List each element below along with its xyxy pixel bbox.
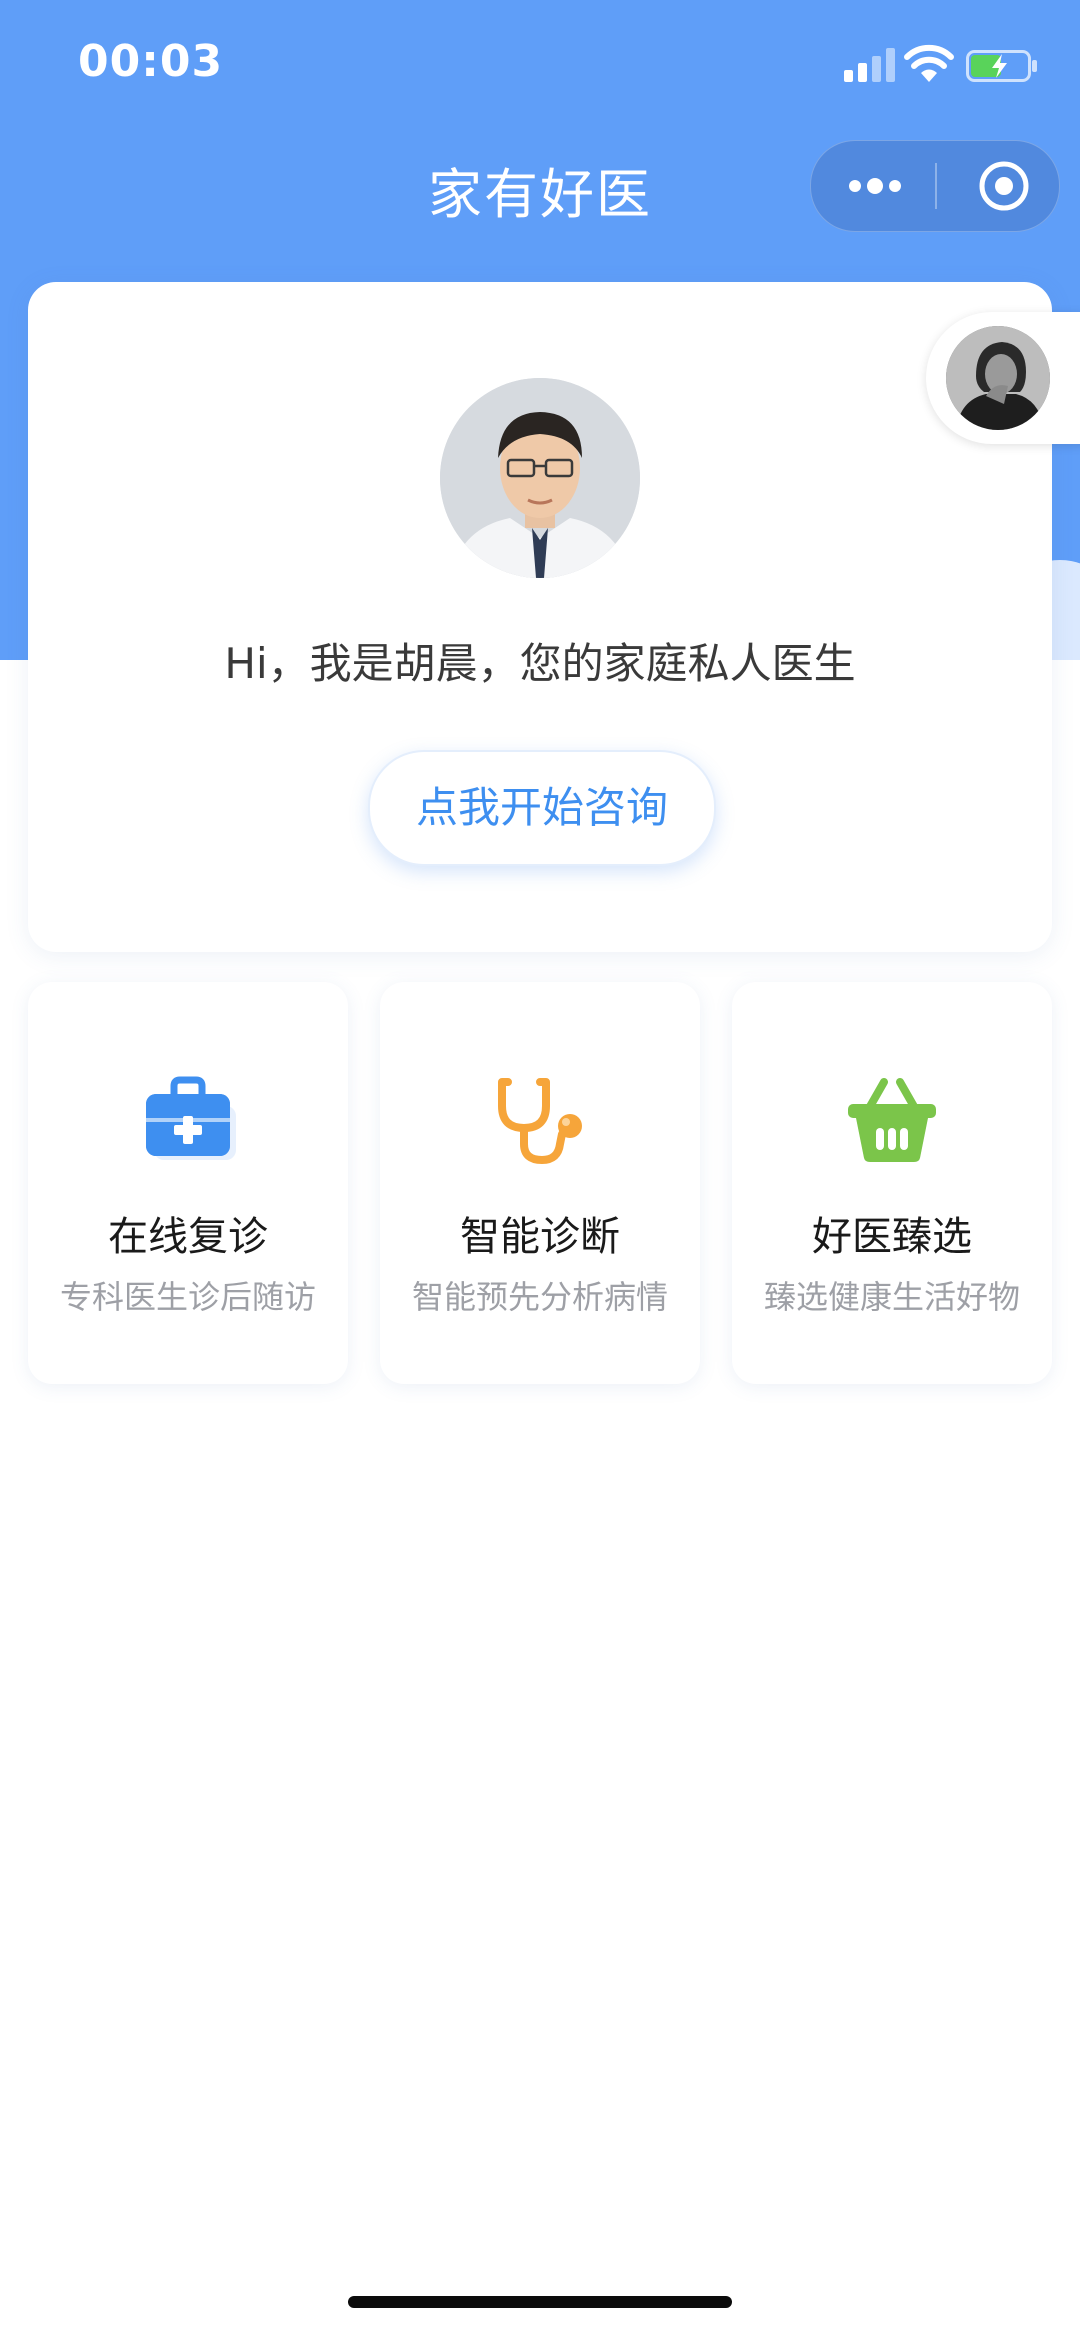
- service-description: 智能预先分析病情: [411, 1278, 668, 1316]
- capsule-divider: [935, 163, 937, 209]
- service-card-smart-diagnosis[interactable]: 智能诊断 智能预先分析病情: [380, 982, 700, 1384]
- wifi-icon: [904, 44, 954, 82]
- stethoscope-icon: [498, 1078, 582, 1165]
- doctor-profile-card: Hi，我是胡晨，您的家庭私人医生 点我开始咨询: [28, 282, 1052, 952]
- service-title: 在线复诊: [108, 1214, 268, 1260]
- service-description: 专科医生诊后随访: [59, 1278, 316, 1316]
- service-description: 臻选健康生活好物: [763, 1278, 1020, 1316]
- medical-kit-icon: [146, 1076, 236, 1160]
- user-avatar: [946, 326, 1050, 430]
- status-time: 00:03: [78, 36, 224, 87]
- service-title: 好医臻选: [812, 1214, 972, 1260]
- shopping-basket-icon: [848, 1078, 936, 1162]
- service-card-online-revisit[interactable]: 在线复诊 专科医生诊后随访: [28, 982, 348, 1384]
- doctor-avatar: [440, 378, 640, 578]
- cellular-signal-icon: [844, 48, 895, 82]
- close-mini-program-icon[interactable]: [977, 159, 1031, 213]
- status-bar: 00:03: [0, 0, 1080, 130]
- floating-user-avatar-button[interactable]: [926, 312, 1080, 444]
- home-indicator[interactable]: [348, 2296, 732, 2308]
- service-title: 智能诊断: [460, 1214, 620, 1260]
- mini-program-capsule: [810, 140, 1060, 232]
- battery-icon: [966, 50, 1037, 82]
- start-consult-button[interactable]: 点我开始咨询: [368, 750, 716, 866]
- doctor-greeting: Hi，我是胡晨，您的家庭私人医生: [224, 639, 856, 688]
- more-icon[interactable]: [845, 167, 905, 205]
- service-card-selected-goods[interactable]: 好医臻选 臻选健康生活好物: [732, 982, 1052, 1384]
